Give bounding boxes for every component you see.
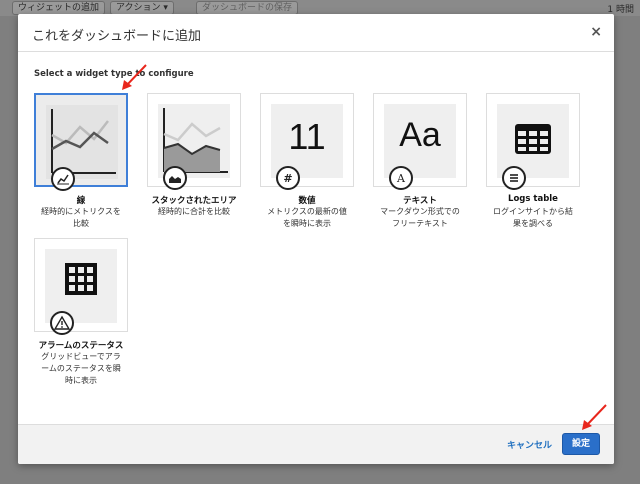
widget-desc-line-1: 経時的にメトリクスを: [41, 207, 121, 216]
actions-button[interactable]: アクション ▾: [110, 1, 174, 15]
alarm-status-preview: [45, 249, 117, 335]
widget-title-text: テキスト: [403, 196, 437, 206]
cancel-button[interactable]: キャンセル: [507, 438, 552, 451]
line-chart-icon: [51, 167, 75, 191]
widget-desc-stacked-area-1: 経時的に合計を比較: [158, 207, 230, 216]
widget-desc-logs-table-2: 果を調べる: [513, 219, 553, 228]
widget-desc-logs-table-1: ログインサイトから結: [493, 207, 573, 216]
widget-desc-line-2: 比較: [73, 219, 89, 228]
add-widget-button[interactable]: ウィジェットの追加: [12, 1, 106, 15]
widget-title-logs-table: Logs table: [508, 194, 558, 204]
widget-card-alarm-status[interactable]: [34, 238, 128, 335]
svg-text:#: #: [283, 172, 292, 185]
section-label: Select a widget type to configure: [34, 69, 194, 79]
annotation-arrow-icon: [582, 404, 607, 430]
svg-text:A: A: [396, 172, 406, 185]
widget-desc-alarm-status-1: グリッドビューでアラ: [41, 352, 121, 361]
widget-desc-alarm-status-2: ームのステータスを瞬: [41, 364, 121, 373]
modal-header: これをダッシュボードに追加 ×: [18, 14, 614, 52]
alarm-status-icon: [50, 311, 74, 335]
widget-title-alarm-status: アラームのステータス: [38, 341, 124, 351]
add-to-dashboard-modal: これをダッシュボードに追加 × Select a widget type to …: [18, 14, 614, 464]
widget-title-stacked-area: スタックされたエリア: [151, 196, 237, 206]
widget-title-line: 線: [76, 196, 86, 206]
annotation-arrow-icon: [122, 64, 147, 90]
widget-desc-number-1: メトリクスの最新の値: [267, 207, 347, 216]
widget-card-stacked-area[interactable]: [147, 93, 241, 190]
modal-title: これをダッシュボードに追加: [32, 29, 202, 44]
modal-footer: キャンセル 設定: [18, 424, 614, 464]
configure-button[interactable]: 設定: [562, 433, 600, 455]
line-chart-preview: [46, 105, 118, 191]
stacked-area-preview: [158, 104, 230, 190]
close-icon[interactable]: ×: [590, 24, 602, 40]
text-preview: Aa A: [384, 104, 456, 190]
stacked-area-icon: [163, 166, 187, 190]
widget-title-number: 数値: [298, 196, 316, 206]
widget-desc-text-2: フリーテキスト: [392, 219, 448, 228]
logs-table-preview: [497, 104, 569, 190]
widget-desc-number-2: を瞬時に表示: [283, 219, 331, 228]
widget-card-number[interactable]: 11 #: [260, 93, 354, 190]
number-icon: #: [276, 166, 300, 190]
widget-card-text[interactable]: Aa A: [373, 93, 467, 190]
number-preview: 11 #: [271, 104, 343, 190]
text-preview-value: Aa: [399, 116, 441, 154]
save-dashboard-button[interactable]: ダッシュボードの保存: [196, 1, 299, 15]
widget-desc-alarm-status-3: 時に表示: [65, 376, 97, 385]
text-icon: A: [389, 166, 413, 190]
widget-card-logs-table[interactable]: [486, 93, 580, 190]
widget-card-line[interactable]: [34, 93, 128, 191]
widget-desc-text-1: マークダウン形式での: [380, 207, 460, 216]
logs-table-icon: [502, 166, 526, 190]
number-preview-value: 11: [288, 116, 326, 157]
